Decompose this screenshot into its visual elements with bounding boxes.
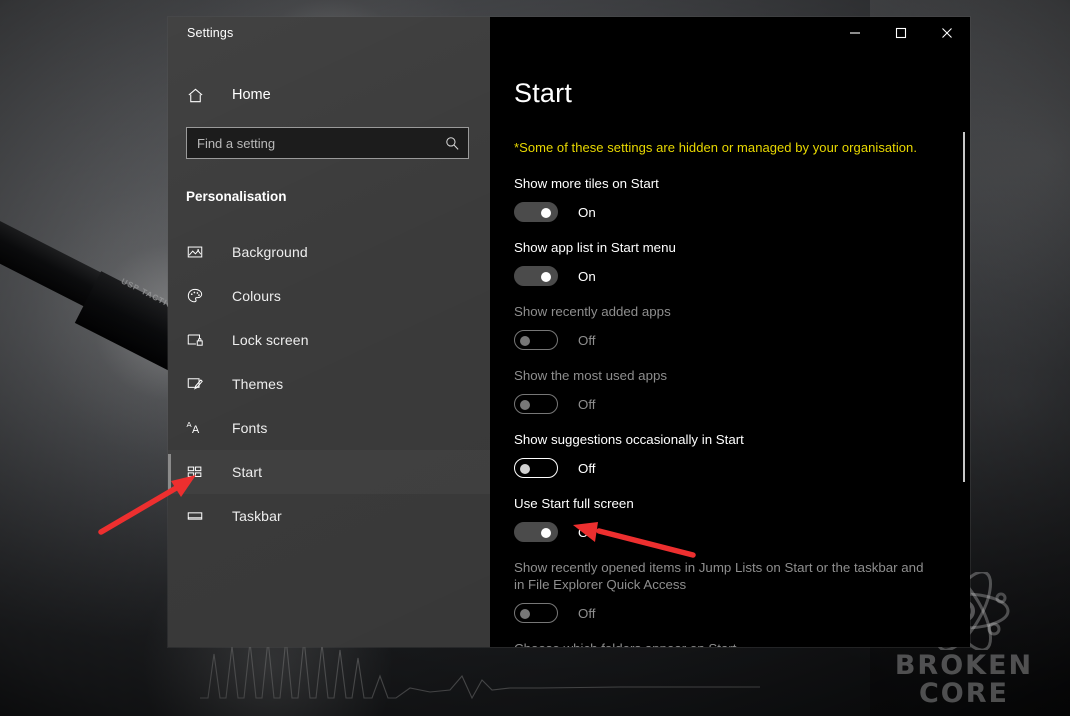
setting-use-start-full-screen: Use Start full screen On [514,495,970,542]
setting-label: Show app list in Start menu [514,240,676,255]
toggle-show-recently-added-apps [514,330,558,350]
taskbar-icon [186,507,210,525]
setting-label: Show suggestions occasionally in Start [514,432,744,447]
palette-icon [186,287,210,305]
settings-list: Show more tiles on Start On Show app lis… [490,175,970,647]
setting-label: Show the most used apps [514,368,668,383]
window-title: Settings [187,26,234,40]
sidebar-item-themes[interactable]: Themes [168,362,490,406]
settings-window: Settings Home Find a setting Personalisa… [168,17,970,647]
lock-screen-icon [186,331,210,349]
navigation-pane: Settings Home Find a setting Personalisa… [168,17,490,647]
scrollbar-thumb[interactable] [963,132,965,482]
sidebar-item-lock-screen[interactable]: Lock screen [168,318,490,362]
sidebar-item-background[interactable]: Background [168,230,490,274]
toggle-knob [541,208,551,218]
toggle-show-more-tiles[interactable] [514,202,558,222]
minimize-icon [850,32,860,34]
sidebar-item-colours[interactable]: Colours [168,274,490,318]
page-title: Start [514,78,573,108]
sidebar-item-lock-screen-label: Lock screen [232,332,309,348]
sidebar-item-fonts[interactable]: A A Fonts [168,406,490,450]
toggle-state-label: Off [578,332,596,348]
toggle-knob [520,464,530,474]
setting-show-most-used-apps: Show the most used apps Off [514,367,970,414]
sidebar-nav-list: Background Colours Lock screen Themes A … [168,230,490,538]
toggle-knob [520,400,530,410]
themes-icon [186,375,210,393]
start-tiles-icon [186,463,210,481]
setting-show-app-list: Show app list in Start menu On [514,239,970,286]
minimize-button[interactable] [832,17,878,49]
toggle-use-start-full-screen[interactable] [514,522,558,542]
close-button[interactable] [924,17,970,49]
toggle-knob [520,609,530,619]
toggle-state-label: Off [578,396,596,412]
desktop: USP TACTICAL BROKEN CORE Settings [0,0,1070,716]
sidebar-item-background-label: Background [232,244,308,260]
maximize-icon [895,27,907,39]
maximize-button[interactable] [878,17,924,49]
toggle-row: On [514,266,970,286]
content-pane: Start *Some of these settings are hidden… [490,17,970,647]
toggle-knob [520,336,530,346]
sidebar-item-themes-label: Themes [232,376,284,392]
toggle-show-most-used-apps [514,394,558,414]
toggle-state-label: On [578,268,596,284]
picture-icon [186,243,210,261]
sidebar-item-colours-label: Colours [232,288,281,304]
setting-show-jump-lists: Show recently opened items in Jump Lists… [514,559,970,623]
setting-show-more-tiles: Show more tiles on Start On [514,175,970,222]
toggle-row: Off [514,330,970,350]
toggle-state-label: On [578,524,596,540]
setting-label: Show more tiles on Start [514,176,659,191]
sidebar-item-taskbar[interactable]: Taskbar [168,494,490,538]
toggle-show-jump-lists [514,603,558,623]
setting-label: Show recently added apps [514,304,671,319]
sidebar-item-taskbar-label: Taskbar [232,508,282,524]
setting-label: Show recently opened items in Jump Lists… [514,560,924,592]
organisation-note: *Some of these settings are hidden or ma… [514,140,917,155]
toggle-show-suggestions[interactable] [514,458,558,478]
title-bar[interactable]: Settings [168,17,490,49]
sidebar-item-home-label: Home [232,87,271,103]
sidebar-item-start[interactable]: Start [168,450,490,494]
toggle-knob [541,272,551,282]
setting-show-suggestions: Show suggestions occasionally in Start O… [514,431,970,478]
fonts-icon: A A [186,419,210,437]
sidebar-item-home[interactable]: Home [168,75,490,115]
toggle-row: Off [514,458,970,478]
toggle-knob [541,528,551,538]
setting-choose-folders: Choose which folders appear on Start [514,640,970,647]
search-icon[interactable] [445,136,460,151]
toggle-state-label: On [578,204,596,220]
toggle-state-label: Off [578,460,596,476]
search-input[interactable]: Find a setting [186,127,469,159]
window-controls [832,17,970,49]
setting-label: Use Start full screen [514,496,634,511]
category-title: Personalisation [186,189,287,204]
toggle-row: Off [514,603,970,623]
sidebar-item-fonts-label: Fonts [232,420,268,436]
home-icon [186,86,212,105]
toggle-row: On [514,202,970,222]
sidebar-item-start-label: Start [232,464,263,480]
svg-text:A: A [192,424,200,436]
toggle-state-label: Off [578,605,596,621]
setting-show-recently-added-apps: Show recently added apps Off [514,303,970,350]
toggle-show-app-list[interactable] [514,266,558,286]
search-input-placeholder: Find a setting [197,135,276,151]
toggle-row: Off [514,394,970,414]
toggle-row: On [514,522,970,542]
close-icon [942,28,952,38]
setting-label: Choose which folders appear on Start [514,640,934,647]
